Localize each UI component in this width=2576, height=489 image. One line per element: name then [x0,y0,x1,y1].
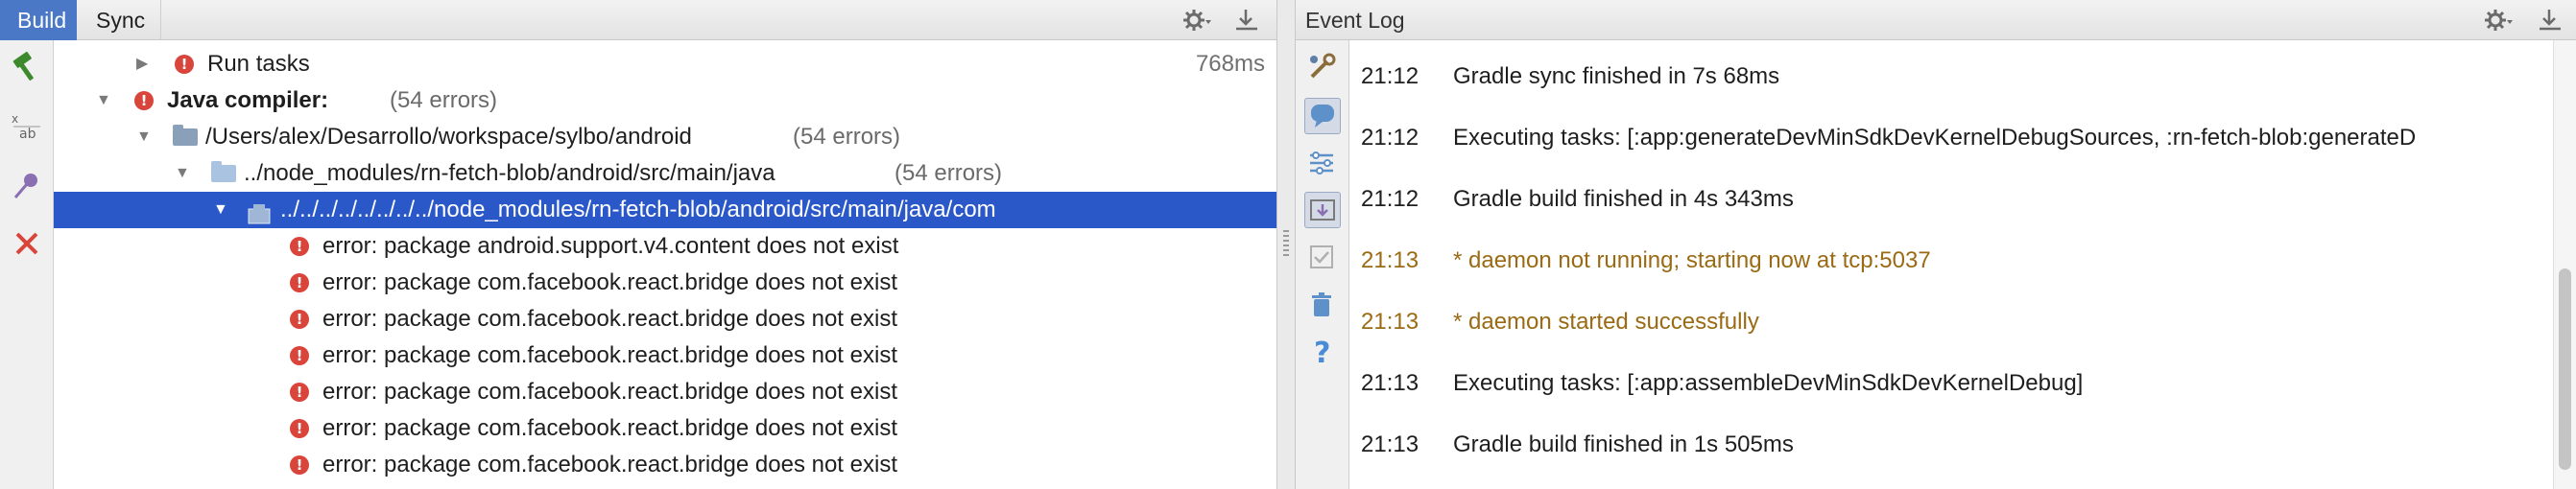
tree-row-source-folder[interactable]: ▼ ../node_modules/rn-fetch-blob/android/… [54,155,1276,192]
build-panel: Build Sync xab ▶ Run tasks 768ms [0,0,1276,489]
hide-panel-icon[interactable] [2536,7,2564,34]
filter-icon[interactable] [1304,146,1341,182]
log-time: 21:12 [1361,125,1419,151]
build-toolbar: x ab [0,40,54,489]
event-log-header: Event Log [1296,0,2576,40]
build-tree: ▶ Run tasks 768ms ▼ Java compiler: (54 e… [54,40,1276,489]
hammer-icon[interactable] [10,50,44,84]
help-icon[interactable]: ? [1304,334,1341,370]
error-row[interactable]: error: package com.facebook.react.bridge… [54,410,1276,447]
error-count: (54 errors) [793,124,901,150]
tree-row-run-tasks[interactable]: ▶ Run tasks 768ms [54,46,1276,82]
clipped-row [54,21,1276,40]
scroll-to-end-icon[interactable] [1304,192,1341,228]
log-message: Executing tasks: [:app:assembleDevMinSdk… [1453,370,2084,396]
log-time: 21:13 [1361,370,1419,396]
log-message: * daemon started successfully [1453,309,1759,335]
error-icon [175,55,194,74]
error-count: (54 errors) [390,87,498,113]
error-message: error: package com.facebook.react.bridge… [322,452,897,477]
error-icon [290,383,309,402]
log-time: 21:13 [1361,431,1419,457]
error-icon [290,310,309,329]
error-message: error: package com.facebook.react.bridge… [322,415,897,441]
error-row[interactable]: error: package com.facebook.react.bridge… [54,301,1276,338]
settings-wrench-icon[interactable] [1304,50,1341,86]
error-icon [290,346,309,365]
error-icon [290,455,309,475]
error-message: error: package com.facebook.react.bridge… [322,269,897,295]
expanded-arrow-icon[interactable]: ▼ [213,192,232,228]
tree-row-label: ../node_modules/rn-fetch-blob/android/sr… [244,160,775,186]
balloon-icon[interactable] [1304,98,1341,134]
gear-icon[interactable] [2484,7,2513,34]
vertical-scrollbar[interactable] [2553,40,2576,489]
source-folder-icon [211,161,236,182]
log-message: * daemon not running; starting now at tc… [1453,247,1931,273]
tree-row-module[interactable]: ▼ /Users/alex/Desarrollo/workspace/sylbo… [54,119,1276,155]
expanded-arrow-icon[interactable]: ▼ [96,82,115,119]
event-log-toolbar: ? [1296,40,1349,489]
tree-row-package[interactable]: ▼ ../../../../../../../../node_modules/r… [54,192,1276,228]
log-message: Gradle build finished in 4s 343ms [1453,186,1794,212]
log-time: 21:12 [1361,186,1419,212]
splitter-grip[interactable] [1283,230,1289,257]
error-message: error: package com.facebook.react.bridge… [322,342,897,368]
error-row[interactable]: error: package android.support.v4.conten… [54,228,1276,265]
error-icon [290,273,309,292]
expanded-arrow-icon[interactable]: ▼ [136,119,155,155]
close-icon[interactable] [10,226,44,261]
error-row[interactable]: error: package com.facebook.react.bridge… [54,374,1276,410]
error-message: error: package com.facebook.react.bridge… [322,379,897,405]
error-row[interactable]: error: package com.facebook.react.bridge… [54,265,1276,301]
tree-row-label: /Users/alex/Desarrollo/workspace/sylbo/a… [205,124,692,150]
duration-label: 768ms [1195,51,1265,77]
log-time: 21:13 [1361,247,1419,273]
trash-icon[interactable] [1304,288,1341,324]
error-icon [290,237,309,256]
error-row[interactable]: error: package com.facebook.react.bridge… [54,338,1276,374]
error-icon [134,91,154,110]
error-message: error: package com.facebook.react.bridge… [322,306,897,332]
svg-text:ab: ab [19,127,36,142]
panel-title: Event Log [1305,8,1405,33]
error-count: (54 errors) [894,160,1003,186]
expanded-arrow-icon[interactable]: ▼ [175,155,194,192]
toggle-view-icon[interactable]: x ab [10,109,44,144]
tree-row-label: Java compiler: [167,87,329,113]
error-icon [290,419,309,438]
package-icon [248,199,271,224]
collapsed-arrow-icon[interactable]: ▶ [136,46,155,82]
svg-text:?: ? [1314,337,1330,368]
log-message: Gradle sync finished in 7s 68ms [1453,63,1780,89]
tree-row-java-compiler[interactable]: ▼ Java compiler: (54 errors) [54,82,1276,119]
module-folder-icon [173,125,198,146]
event-log-content: 21:12 Gradle sync finished in 7s 68ms 21… [1349,40,2553,489]
error-row[interactable]: error: package com.facebook.react.bridge… [54,447,1276,483]
log-time: 21:13 [1361,309,1419,335]
scrollbar-thumb[interactable] [2559,268,2571,470]
tree-row-label: ../../../../../../../../node_modules/rn-… [280,197,996,222]
pin-icon[interactable] [10,169,44,203]
mark-read-icon[interactable] [1304,240,1341,276]
log-message: Executing tasks: [:app:generateDevMinSdk… [1453,125,2417,151]
log-message: Gradle build finished in 1s 505ms [1453,431,1794,457]
log-time: 21:12 [1361,63,1419,89]
error-message: error: package android.support.v4.conten… [322,233,899,259]
svg-text:x: x [12,112,18,126]
tree-row-label: Run tasks [207,51,310,77]
panel-splitter[interactable] [1276,0,1296,489]
event-log-panel: Event Log ? 21:12 Gradle sync finished i… [1296,0,2576,489]
